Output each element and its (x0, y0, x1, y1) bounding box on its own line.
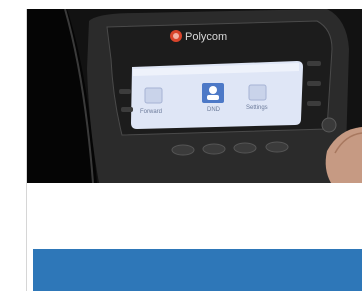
line-key-right-2 (307, 81, 321, 86)
settings-icon (248, 84, 267, 101)
soft-key-4 (265, 141, 289, 153)
soft-key-3 (233, 142, 257, 154)
line-key-left-1 (119, 89, 131, 94)
soft-key-1 (171, 144, 195, 156)
nav-button (321, 117, 337, 133)
line-key-left-2 (121, 107, 133, 112)
dnd-icon-body (207, 95, 219, 100)
screen-label-dnd: DND (207, 107, 221, 113)
polycom-logo-inner (173, 33, 179, 39)
screen-label-forward: Forward (140, 109, 162, 115)
forward-icon (144, 87, 163, 104)
blue-footer-band (33, 249, 362, 291)
line-key-right-3 (307, 101, 321, 106)
screen-label-settings: Settings (246, 105, 268, 111)
brand-text: Polycom (185, 31, 227, 43)
line-key-right-1 (307, 61, 321, 66)
dnd-icon-head (209, 86, 217, 94)
soft-key-2 (202, 143, 226, 155)
polycom-phone-photo: Polycom Forward DND Settings (27, 9, 362, 183)
